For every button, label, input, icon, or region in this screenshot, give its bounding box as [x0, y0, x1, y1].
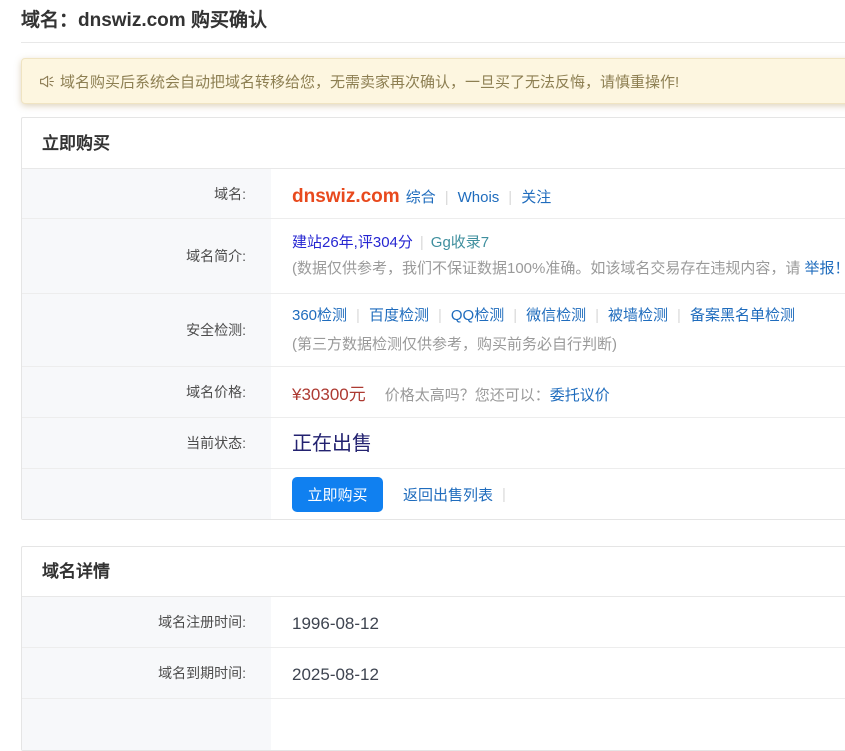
detail-card: 域名详情 域名注册时间: 1996-08-12 域名到期时间: 2025-08-… — [21, 546, 845, 751]
expire-time-value: 2025-08-12 — [292, 665, 845, 685]
cell-value: 正在出售 — [271, 418, 845, 468]
intro-note: (数据仅供参考，我们不保证数据100%准确。如该域名交易存在违规内容，请 — [292, 260, 805, 277]
detail-card-header: 域名详情 — [22, 547, 845, 597]
action-label-spacer — [22, 469, 271, 519]
domain-name: dnswiz.com — [292, 186, 400, 207]
price-value: ¥30300元 — [292, 385, 366, 404]
speaker-icon — [40, 75, 54, 88]
check-icp-blacklist-link[interactable]: 备案黑名单检测 — [690, 307, 795, 324]
follow-link[interactable]: 关注 — [521, 189, 551, 206]
back-to-list-link[interactable]: 返回出售列表 — [403, 487, 493, 504]
text-line: (数据仅供参考，我们不保证数据100%准确。如该域名交易存在违规内容，请 举报！ — [292, 256, 845, 282]
report-link[interactable]: 举报 — [805, 260, 835, 277]
register-time-value: 1996-08-12 — [292, 614, 845, 634]
cell-value: 1996-08-12 — [271, 597, 845, 647]
intro-label: 域名简介: — [22, 219, 271, 293]
expire-time-label: 域名到期时间: — [22, 648, 271, 698]
partial-row-label — [22, 699, 271, 750]
price-hint: 价格太高吗？您还可以： — [385, 387, 550, 404]
separator: | — [499, 189, 521, 206]
title-divider — [21, 42, 845, 43]
buy-now-button[interactable]: 立即购买 — [292, 477, 383, 512]
buy-card: 立即购买 域名: dnswiz.com综合|Whois|关注 域名简介: 建站2… — [21, 117, 845, 520]
separator: | — [429, 307, 451, 324]
cell-value: 2025-08-12 — [271, 648, 845, 698]
separator: | — [347, 307, 369, 324]
whois-link[interactable]: Whois — [458, 189, 500, 206]
text-line: ¥30300元 价格太高吗？您还可以：委托议价 — [292, 380, 845, 405]
text-line: 正在出售 — [292, 427, 845, 456]
buy-card-header: 立即购买 — [22, 118, 845, 169]
domain-label: 域名: — [22, 169, 271, 218]
register-time-row: 域名注册时间: 1996-08-12 — [22, 597, 845, 648]
text-line: 建站26年,评304分|Gg收录7 — [292, 230, 845, 256]
expire-time-row: 域名到期时间: 2025-08-12 — [22, 648, 845, 699]
gg-index-link[interactable]: Gg收录7 — [431, 234, 489, 251]
check-qq-link[interactable]: QQ检测 — [451, 307, 504, 324]
action-row: 立即购买 返回出售列表| — [22, 469, 845, 519]
cell-value: 立即购买 返回出售列表| — [271, 469, 845, 519]
notice-text: 域名购买后系统会自动把域名转移给您，无需卖家再次确认，一旦买了无法反悔，请慎重操… — [60, 71, 679, 92]
page-title: 域名：dnswiz.com 购买确认 — [21, 0, 845, 34]
status-label: 当前状态: — [22, 418, 271, 468]
status-value: 正在出售 — [292, 433, 372, 455]
security-label: 安全检测: — [22, 294, 271, 366]
notice-bar: 域名购买后系统会自动把域名转移给您，无需卖家再次确认，一旦买了无法反悔，请慎重操… — [21, 58, 845, 104]
security-note: (第三方数据检测仅供参考，购买前务必自行判断) — [292, 336, 617, 353]
cell-value: 360检测|百度检测|QQ检测|微信检测|被墙检测|备案黑名单检测 (第三方数据… — [271, 294, 845, 366]
text-line: 360检测|百度检测|QQ检测|微信检测|被墙检测|备案黑名单检测 — [292, 301, 845, 330]
security-row: 安全检测: 360检测|百度检测|QQ检测|微信检测|被墙检测|备案黑名单检测 … — [22, 294, 845, 367]
page: 域名：dnswiz.com 购买确认 域名购买后系统会自动把域名转移给您，无需卖… — [21, 0, 845, 751]
text-line: 立即购买 返回出售列表| — [292, 477, 845, 512]
check-360-link[interactable]: 360检测 — [292, 307, 347, 324]
text-line: dnswiz.com综合|Whois|关注 — [292, 186, 845, 208]
separator: | — [413, 234, 431, 251]
partial-row — [22, 699, 845, 750]
cell-value: ¥30300元 价格太高吗？您还可以：委托议价 — [271, 367, 845, 417]
separator: | — [668, 307, 690, 324]
domain-row: 域名: dnswiz.com综合|Whois|关注 — [22, 169, 845, 219]
text-line: (第三方数据检测仅供参考，购买前务必自行判断) — [292, 330, 845, 359]
cell-value: 建站26年,评304分|Gg收录7 (数据仅供参考，我们不保证数据100%准确。… — [271, 219, 845, 293]
cell-value: dnswiz.com综合|Whois|关注 — [271, 169, 845, 218]
separator: | — [493, 486, 515, 503]
separator: | — [504, 307, 526, 324]
register-time-label: 域名注册时间: — [22, 597, 271, 647]
cell-value — [271, 699, 845, 750]
intro-row: 域名简介: 建站26年,评304分|Gg收录7 (数据仅供参考，我们不保证数据1… — [22, 219, 845, 294]
intro-note-tail: ！ — [835, 260, 845, 277]
price-label: 域名价格: — [22, 367, 271, 417]
separator: | — [436, 189, 458, 206]
check-gfw-link[interactable]: 被墙检测 — [608, 307, 668, 324]
check-wechat-link[interactable]: 微信检测 — [526, 307, 586, 324]
check-baidu-link[interactable]: 百度检测 — [369, 307, 429, 324]
composite-link[interactable]: 综合 — [406, 189, 436, 206]
price-row: 域名价格: ¥30300元 价格太高吗？您还可以：委托议价 — [22, 367, 845, 418]
bargain-link[interactable]: 委托议价 — [550, 387, 610, 404]
separator: | — [586, 307, 608, 324]
status-row: 当前状态: 正在出售 — [22, 418, 845, 469]
site-age-link[interactable]: 建站26年,评304分 — [292, 234, 413, 251]
